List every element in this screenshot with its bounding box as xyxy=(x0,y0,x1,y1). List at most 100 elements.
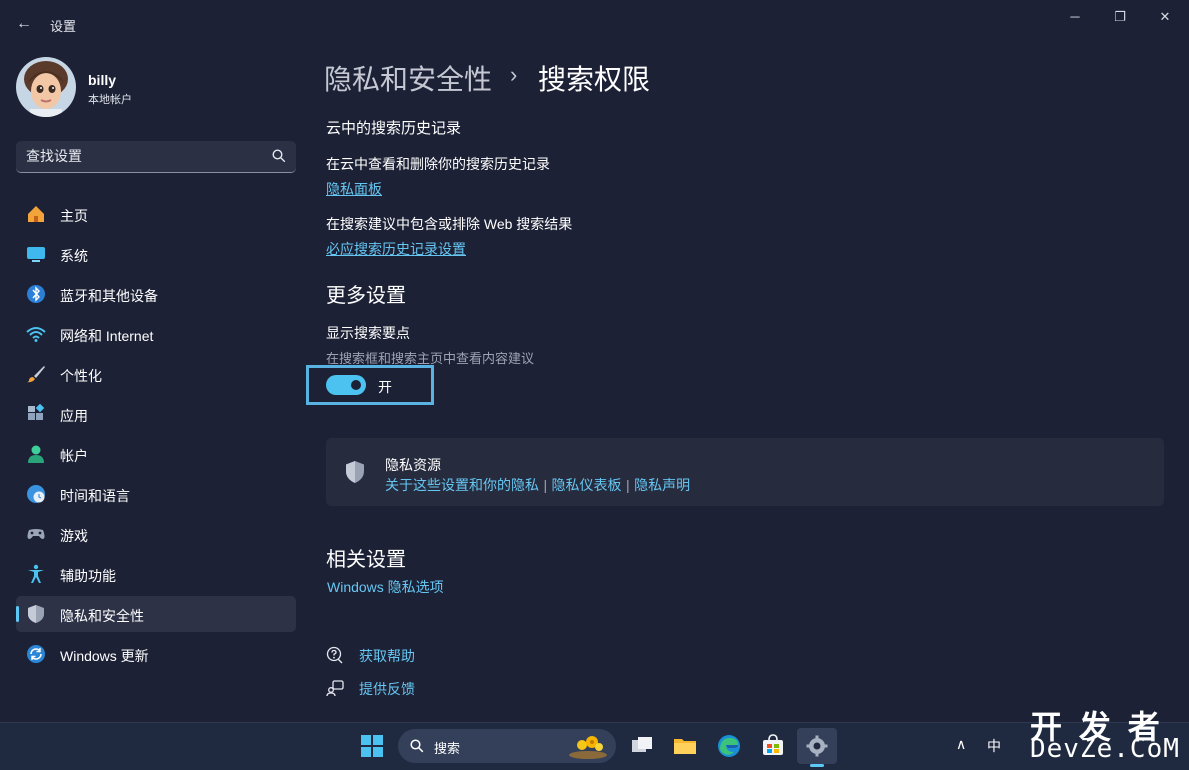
sidebar-item-label: 主页 xyxy=(60,208,88,224)
get-help-link[interactable]: 获取帮助 xyxy=(359,646,415,666)
taskbar-search[interactable]: 搜索 xyxy=(398,729,616,763)
home-icon xyxy=(26,204,46,224)
folder-icon xyxy=(673,736,697,761)
taskbar-search-label: 搜索 xyxy=(434,741,461,756)
toggle-state-label: 开 xyxy=(378,379,392,395)
minimize-icon: ─ xyxy=(1070,9,1080,24)
settings-search[interactable] xyxy=(16,141,296,173)
clock-globe-icon xyxy=(26,484,46,504)
link-separator: | xyxy=(626,477,630,493)
start-button[interactable] xyxy=(352,728,392,764)
gamepad-icon xyxy=(26,524,46,544)
edge-browser-icon xyxy=(717,734,741,763)
back-arrow-icon: ← xyxy=(16,15,32,32)
search-highlight-flower-icon xyxy=(568,733,608,764)
sidebar-item-label: 辅助功能 xyxy=(60,568,116,584)
user-name: billy xyxy=(88,72,117,88)
search-highlights-label: 显示搜索要点 xyxy=(326,325,410,341)
task-view-button[interactable] xyxy=(622,728,662,764)
section-heading-related: 相关设置 xyxy=(326,549,406,571)
sidebar-item-label: 隐私和安全性 xyxy=(60,608,144,624)
gear-icon xyxy=(806,735,828,762)
section-heading-cloud-history: 云中的搜索历史记录 xyxy=(326,120,462,137)
search-highlights-toggle[interactable] xyxy=(326,375,366,395)
close-button[interactable]: ✕ xyxy=(1142,6,1188,28)
app-title: 设置 xyxy=(50,19,77,34)
privacy-dashboard-resource-link[interactable]: 隐私仪表板 xyxy=(552,477,622,493)
chevron-up-icon[interactable]: ∧ xyxy=(956,736,966,753)
brush-icon xyxy=(26,364,46,384)
sidebar-item-label: 游戏 xyxy=(60,528,88,544)
sidebar-item-label: 网络和 Internet xyxy=(60,328,154,344)
sidebar-item-privacy-security[interactable]: 隐私和安全性 xyxy=(16,596,296,632)
restore-icon: ❐ xyxy=(1114,9,1126,24)
search-icon[interactable] xyxy=(272,149,286,163)
sidebar-item-label: 帐户 xyxy=(60,448,88,464)
section-heading-more-settings: 更多设置 xyxy=(326,285,406,307)
include-exclude-web-text: 在搜索建议中包含或排除 Web 搜索结果 xyxy=(326,216,573,232)
accessibility-icon xyxy=(26,564,46,584)
sidebar-item-label: 应用 xyxy=(60,408,88,424)
watermark-logo-sub: DevZe.CoM xyxy=(1030,734,1180,764)
sidebar-item-label: 蓝牙和其他设备 xyxy=(60,288,158,304)
search-input[interactable] xyxy=(26,141,266,171)
privacy-resources-card: 隐私资源 关于这些设置和你的隐私 | 隐私仪表板 | 隐私声明 xyxy=(326,438,1164,506)
sidebar-item-apps[interactable]: 应用 xyxy=(16,396,296,432)
account-type: 本地帐户 xyxy=(88,94,132,106)
sidebar-item-bluetooth[interactable]: 蓝牙和其他设备 xyxy=(16,276,296,312)
privacy-dashboard-link[interactable]: 隐私面板 xyxy=(326,179,382,199)
sidebar-item-label: 个性化 xyxy=(60,368,102,384)
close-icon: ✕ xyxy=(1159,9,1171,24)
store-bag-icon xyxy=(762,734,784,761)
chevron-right-icon: › xyxy=(510,62,518,87)
sidebar-item-gaming[interactable]: 游戏 xyxy=(16,516,296,552)
sidebar-item-home[interactable]: 主页 xyxy=(16,196,296,232)
sidebar-item-accessibility[interactable]: 辅助功能 xyxy=(16,556,296,592)
sidebar-item-windows-update[interactable]: Windows 更新 xyxy=(16,636,296,672)
settings-taskbar-button[interactable] xyxy=(797,728,837,767)
back-button[interactable]: ← xyxy=(10,12,38,36)
sidebar-item-accounts[interactable]: 帐户 xyxy=(16,436,296,472)
file-explorer-button[interactable] xyxy=(665,728,705,764)
active-indicator xyxy=(16,606,19,622)
shield-icon xyxy=(344,460,366,489)
link-separator: | xyxy=(543,477,548,493)
maximize-button[interactable]: ❐ xyxy=(1097,6,1143,28)
avatar[interactable] xyxy=(16,57,76,117)
bing-history-settings-link[interactable]: 必应搜索历史记录设置 xyxy=(326,239,466,259)
breadcrumb-parent[interactable]: 隐私和安全性 xyxy=(324,58,492,98)
windows-logo-icon xyxy=(361,735,383,762)
wifi-icon xyxy=(26,324,46,344)
privacy-statement-link[interactable]: 隐私声明 xyxy=(634,477,690,493)
about-privacy-link[interactable]: 关于这些设置和你的隐私 xyxy=(385,477,539,493)
update-icon xyxy=(26,644,46,664)
bluetooth-icon xyxy=(26,284,46,304)
sidebar-item-label: Windows 更新 xyxy=(60,648,149,664)
edge-button[interactable] xyxy=(709,728,749,764)
help-icon xyxy=(326,646,344,669)
page-title: 搜索权限 xyxy=(538,64,651,95)
sidebar-item-network[interactable]: 网络和 Internet xyxy=(16,316,296,352)
sidebar-item-label: 系统 xyxy=(60,248,88,264)
person-icon xyxy=(26,444,46,464)
store-button[interactable] xyxy=(753,728,793,764)
system-icon xyxy=(26,244,46,264)
sidebar-item-time-language[interactable]: 时间和语言 xyxy=(16,476,296,512)
sidebar-item-label: 时间和语言 xyxy=(60,488,130,504)
sidebar-item-system[interactable]: 系统 xyxy=(16,236,296,272)
ime-indicator[interactable]: 中 xyxy=(987,736,1001,756)
task-view-icon xyxy=(631,736,653,761)
shield-icon xyxy=(26,604,46,624)
active-app-indicator xyxy=(810,764,824,767)
windows-privacy-options-link[interactable]: Windows 隐私选项 xyxy=(327,577,444,597)
apps-icon xyxy=(26,403,46,424)
feedback-icon xyxy=(326,679,344,702)
privacy-resources-links: 关于这些设置和你的隐私 | 隐私仪表板 | 隐私声明 xyxy=(385,475,690,495)
privacy-resources-title: 隐私资源 xyxy=(385,457,441,473)
toggle-knob xyxy=(351,380,361,390)
give-feedback-link[interactable]: 提供反馈 xyxy=(359,679,415,699)
search-icon xyxy=(410,739,424,758)
view-delete-history-text: 在云中查看和删除你的搜索历史记录 xyxy=(326,156,550,172)
sidebar-item-personalization[interactable]: 个性化 xyxy=(16,356,296,392)
minimize-button[interactable]: ─ xyxy=(1052,6,1098,28)
